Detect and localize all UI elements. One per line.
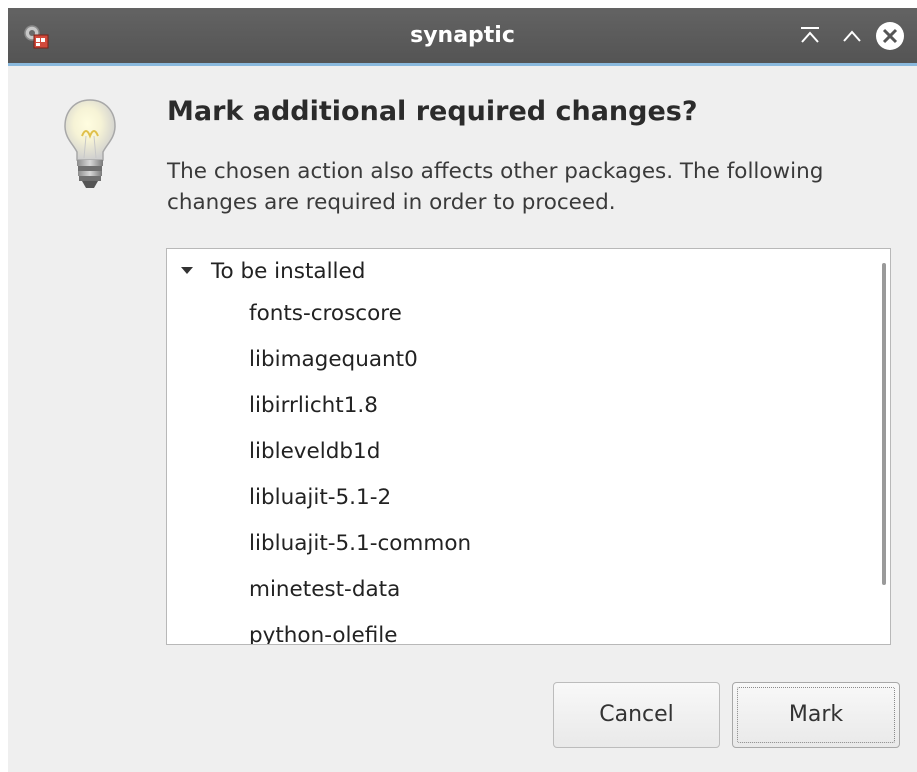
list-item[interactable]: python-olefile: [167, 619, 867, 645]
package-name: python-olefile: [249, 623, 398, 645]
list-item[interactable]: libleveldb1d: [167, 435, 867, 481]
cancel-button-label: Cancel: [599, 702, 674, 727]
package-name: libluajit-5.1-common: [249, 531, 472, 556]
window-title: synaptic: [410, 23, 515, 48]
focus-ring: [737, 687, 895, 743]
cancel-button[interactable]: Cancel: [553, 682, 720, 748]
package-name: libimagequant0: [249, 347, 418, 372]
package-name: minetest-data: [249, 577, 401, 602]
expander-down-icon[interactable]: [181, 267, 193, 274]
list-item[interactable]: minetest-data: [167, 573, 867, 619]
group-row[interactable]: To be installed: [167, 255, 867, 291]
keep-above-icon[interactable]: [796, 22, 824, 50]
list-item[interactable]: libluajit-5.1-2: [167, 481, 867, 527]
maximize-icon[interactable]: [838, 22, 866, 50]
list-item[interactable]: libluajit-5.1-common: [167, 527, 867, 573]
dialog-description: The chosen action also affects other pac…: [167, 159, 824, 215]
titlebar[interactable]: synaptic: [8, 8, 917, 66]
changes-tree-view[interactable]: To be installed fonts-croscore libimageq…: [166, 248, 891, 645]
lightbulb-icon: [64, 99, 116, 188]
list-item[interactable]: fonts-croscore: [167, 297, 867, 343]
close-icon[interactable]: [874, 20, 906, 52]
vertical-scrollbar[interactable]: [882, 263, 886, 585]
group-label: To be installed: [211, 259, 366, 284]
list-item[interactable]: libimagequant0: [167, 343, 867, 389]
dialog-heading: Mark additional required changes?: [167, 96, 698, 127]
package-name: libirrlicht1.8: [249, 393, 378, 418]
mark-button[interactable]: Mark: [732, 682, 900, 748]
list-item[interactable]: libirrlicht1.8: [167, 389, 867, 435]
package-name: libleveldb1d: [249, 439, 381, 464]
package-name: fonts-croscore: [249, 301, 402, 326]
package-name: libluajit-5.1-2: [249, 485, 392, 510]
synaptic-dialog-window: synaptic Mark additional required change…: [8, 8, 917, 772]
